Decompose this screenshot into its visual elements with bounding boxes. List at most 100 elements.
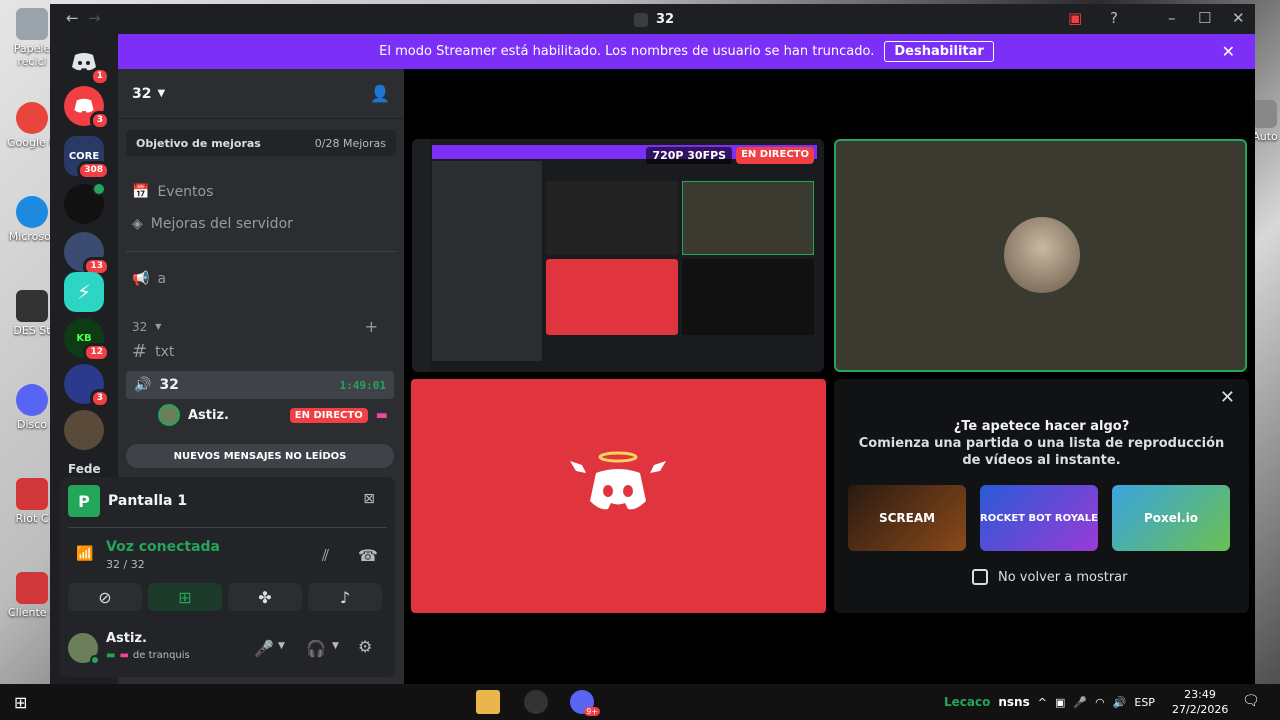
back-arrow-icon[interactable]: ← bbox=[66, 9, 79, 27]
avatar[interactable] bbox=[68, 633, 100, 665]
language-indicator[interactable]: ESP bbox=[1134, 696, 1155, 709]
close-activity-icon[interactable]: ✕ bbox=[1220, 387, 1235, 408]
close-banner-icon[interactable]: ✕ bbox=[1222, 42, 1235, 61]
wifi-icon[interactable]: ◠ bbox=[1095, 696, 1105, 709]
user-status-text: de tranquis bbox=[132, 650, 190, 661]
events-item[interactable]: 📅 Eventos bbox=[132, 184, 392, 200]
game-card-scream[interactable]: SCREAM bbox=[848, 485, 966, 551]
riot-icon bbox=[16, 478, 48, 510]
screen-share-status-icon[interactable]: ▣ bbox=[1068, 9, 1082, 27]
voice-member-astiz[interactable]: Astiz. EN DIRECTO ▬ bbox=[158, 404, 388, 426]
maximize-icon[interactable]: ☐ bbox=[1198, 9, 1211, 27]
server-icon-bolt[interactable]: ⚡ bbox=[64, 272, 104, 312]
boost-gem-icon: ◈ bbox=[132, 216, 143, 232]
microphone-icon[interactable]: 🎤 bbox=[254, 639, 274, 658]
nested-stream-tile bbox=[546, 181, 678, 255]
volume-icon[interactable]: 🔊 bbox=[1113, 696, 1127, 709]
discord-angel-logo-icon bbox=[570, 451, 666, 510]
forward-arrow-icon[interactable]: → bbox=[88, 9, 101, 27]
dont-show-again-row[interactable]: No volver a mostrar bbox=[972, 569, 1127, 585]
server-icon-core[interactable]: CORE 308 bbox=[64, 136, 110, 180]
add-channel-icon[interactable]: + bbox=[365, 317, 378, 336]
noise-suppression-icon[interactable]: ⫽ bbox=[322, 546, 329, 566]
help-icon[interactable]: ? bbox=[1110, 9, 1118, 27]
server-icon-kb[interactable]: KB 12 bbox=[64, 318, 110, 362]
voice-connected-sub: 32 / 32 bbox=[106, 558, 145, 571]
discord-logo-icon bbox=[74, 98, 94, 113]
dont-show-checkbox[interactable] bbox=[972, 569, 988, 585]
game-title: Poxel.io bbox=[1144, 511, 1198, 525]
clock-date: 27/2/2026 bbox=[1172, 703, 1229, 716]
camera-tray-icon[interactable]: ▣ bbox=[1055, 696, 1065, 709]
camera-tile-user[interactable] bbox=[834, 139, 1247, 372]
voice-activity-indicator bbox=[92, 182, 106, 196]
taskbar: ⊞ 9+ Lecaco nsns ^ ▣ 🎤 ◠ 🔊 ESP 23:49 27/… bbox=[0, 684, 1280, 720]
chevron-down-icon[interactable]: ▼ bbox=[332, 641, 339, 651]
game-card-rocket-bot-royale[interactable]: ROCKET BOT ROYALE bbox=[980, 485, 1098, 551]
server-header[interactable]: 32 ▼ 👤 bbox=[118, 69, 404, 119]
screen-share-button[interactable]: ⊞ bbox=[148, 583, 222, 611]
online-status-indicator bbox=[90, 655, 100, 665]
text-channel-txt[interactable]: # txt bbox=[132, 341, 392, 362]
nested-red-tile bbox=[546, 259, 678, 335]
activity-description: Comienza una partida o una lista de repr… bbox=[858, 436, 1225, 468]
voice-channel-32[interactable]: 🔊 32 1:49:01 bbox=[126, 371, 394, 399]
activity-icon: ▬ bbox=[375, 407, 388, 423]
clock[interactable]: 23:49 27/2/2026 bbox=[1172, 687, 1228, 717]
app-icon bbox=[16, 290, 48, 322]
server-icon-5[interactable]: 13 bbox=[64, 232, 110, 276]
recycle-bin-icon bbox=[16, 8, 48, 40]
chevron-up-icon[interactable]: ^ bbox=[1038, 696, 1047, 709]
stage-channel-a[interactable]: 📢 a bbox=[132, 271, 392, 287]
voice-user-panel: P Pantalla 1 ⊠ 📶 Voz conectada 32 / 32 ⫽… bbox=[60, 477, 395, 677]
server-icon-9[interactable] bbox=[64, 410, 104, 450]
server-icon-1[interactable]: 3 bbox=[64, 86, 110, 130]
close-window-icon[interactable]: ✕ bbox=[1232, 9, 1245, 27]
user-tile-no-video[interactable] bbox=[411, 379, 826, 613]
divider bbox=[126, 251, 396, 252]
disconnect-icon[interactable]: ☎ bbox=[358, 546, 378, 565]
minimize-icon[interactable]: – bbox=[1168, 9, 1176, 27]
username: Astiz. bbox=[106, 631, 147, 646]
server-mini-icon bbox=[634, 12, 648, 27]
boost-goal-bar[interactable]: Objetivo de mejoras 0/28 Mejoras bbox=[126, 130, 396, 156]
calendar-icon: 📅 bbox=[132, 184, 150, 200]
stream-tile-screen[interactable]: 720P 30FPS EN DIRECTO bbox=[412, 139, 824, 372]
camera-off-button[interactable]: ⊘ bbox=[68, 583, 142, 611]
game-card-poxel[interactable]: Poxel.io bbox=[1112, 485, 1230, 551]
stream-quality-badge: 720P 30FPS bbox=[646, 147, 733, 164]
stream-title: Pantalla 1 bbox=[108, 493, 188, 509]
invite-user-icon[interactable]: 👤 bbox=[370, 84, 390, 103]
file-explorer-icon[interactable] bbox=[476, 690, 500, 714]
server-icon-4[interactable] bbox=[64, 182, 106, 224]
chrome-icon bbox=[16, 102, 48, 134]
camera-off-icon: ⊘ bbox=[98, 587, 112, 607]
app-icon bbox=[1253, 100, 1277, 128]
category-header[interactable]: 32 ▼ + bbox=[132, 317, 392, 336]
edge-icon bbox=[16, 196, 48, 228]
new-unread-messages-pill[interactable]: NUEVOS MENSAJES NO LEÍDOS bbox=[126, 444, 394, 468]
stop-stream-icon[interactable]: ⊠ bbox=[363, 491, 375, 507]
app-taskbar-icon[interactable] bbox=[524, 690, 548, 714]
tray-user: Lecaco bbox=[944, 695, 991, 709]
notifications-icon[interactable]: 🗨 bbox=[1242, 693, 1260, 709]
disable-streamer-button[interactable]: Deshabilitar bbox=[884, 41, 994, 62]
microphone-tray-icon[interactable]: 🎤 bbox=[1073, 696, 1087, 709]
server-icon-8[interactable]: 3 bbox=[64, 364, 110, 408]
category-name: 32 bbox=[132, 319, 148, 334]
direct-messages-button[interactable]: 1 bbox=[64, 42, 110, 86]
activities-button[interactable]: ✤ bbox=[228, 583, 302, 611]
voice-connected-status[interactable]: Voz conectada bbox=[106, 539, 220, 555]
nested-server-list bbox=[412, 139, 430, 372]
headphones-icon[interactable]: 🎧 bbox=[306, 639, 326, 658]
desktop-icon-label: Riot C bbox=[15, 512, 49, 525]
settings-gear-icon[interactable]: ⚙ bbox=[358, 637, 372, 656]
chevron-down-icon: ▼ bbox=[157, 88, 166, 99]
windows-start-icon[interactable]: ⊞ bbox=[14, 693, 27, 712]
server-boosts-item[interactable]: ◈ Mejoras del servidor bbox=[132, 216, 392, 232]
discord-taskbar-icon[interactable]: 9+ bbox=[570, 690, 600, 716]
chevron-down-icon[interactable]: ▼ bbox=[278, 641, 285, 651]
soundboard-button[interactable]: ♪ bbox=[308, 583, 382, 611]
nested-activity-tile bbox=[682, 259, 814, 335]
desktop-icon-label: Cliente c bbox=[7, 606, 57, 619]
